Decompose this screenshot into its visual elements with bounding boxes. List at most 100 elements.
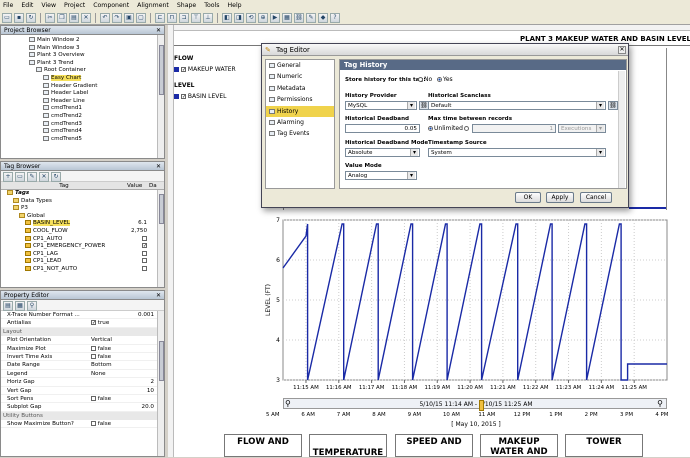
copy-icon[interactable]: ❐ — [57, 12, 67, 23]
help-icon[interactable]: ? — [330, 12, 340, 23]
nav-numeric[interactable]: Numeric — [266, 71, 334, 82]
property-row[interactable]: Subplot Gap 20.0 — [1, 403, 164, 412]
basic-props-icon[interactable]: ▤ — [3, 301, 13, 311]
menu-item-project[interactable]: Project — [64, 2, 85, 9]
property-value[interactable]: false — [91, 345, 164, 352]
project-tree-item[interactable]: Easy Chart — [1, 74, 164, 83]
delete-icon[interactable]: ✕ — [81, 12, 91, 23]
project-tree-item[interactable]: Main Window 3 — [1, 44, 164, 53]
project-tree-item[interactable]: Header Label — [1, 90, 164, 98]
nav-button-2[interactable]: TEMPERATURE — [309, 434, 387, 458]
property-value[interactable]: ✓ true — [91, 319, 164, 326]
align-bottom-icon[interactable]: ⊥ — [203, 12, 213, 23]
property-row[interactable]: Maximize Plot false — [1, 345, 164, 353]
menu-item-shape[interactable]: Shape — [177, 2, 196, 9]
property-row[interactable]: Legend None — [1, 370, 164, 379]
property-row[interactable]: Sort Pens false — [1, 395, 164, 404]
property-value[interactable]: false — [91, 420, 164, 427]
nav-metadata[interactable]: Metadata — [266, 83, 334, 94]
tag-tree-item[interactable]: CP1_LAG — [1, 250, 164, 259]
apply-button[interactable]: Apply — [546, 192, 574, 203]
menu-item-alignment[interactable]: Alignment — [137, 2, 169, 9]
property-category[interactable]: Utility Buttons — [1, 411, 164, 421]
tag-tree-item[interactable]: CP1_EMERGENCY_POWER ✓ — [1, 243, 164, 251]
nav-button-5[interactable]: TOWER — [565, 434, 643, 457]
ungroup-icon[interactable]: ▢ — [136, 12, 146, 23]
max-time-radio[interactable] — [464, 125, 470, 132]
cancel-button[interactable]: Cancel — [580, 192, 612, 203]
property-row[interactable]: Invert Time Axis false — [1, 353, 164, 362]
project-tree-item[interactable]: cmdTrend3 — [1, 120, 164, 129]
nav-history[interactable]: History — [266, 105, 334, 117]
binding-icon[interactable]: ⛓ — [294, 12, 304, 23]
radio-no-icon[interactable] — [418, 77, 423, 82]
property-row[interactable]: Horiz Gap 2 — [1, 378, 164, 387]
property-checkbox[interactable] — [91, 421, 96, 427]
scroll-thumb[interactable] — [159, 341, 164, 381]
panel-close-icon[interactable]: ✕ — [156, 291, 161, 299]
col-value[interactable]: Value — [127, 182, 149, 189]
nav-permissions[interactable]: Permissions — [266, 94, 334, 105]
menu-item-file[interactable]: File — [3, 2, 13, 9]
project-tree-item[interactable]: Header Line — [1, 97, 164, 106]
panel-close-icon[interactable]: ✕ — [156, 26, 161, 34]
project-tree-item[interactable]: cmdTrend2 — [1, 112, 164, 121]
tag-tree-item[interactable]: Data Types — [1, 197, 164, 206]
dialog-titlebar[interactable]: ✎ Tag Editor ✕ — [262, 44, 628, 56]
nav-tag-events[interactable]: Tag Events — [266, 128, 334, 139]
tag-tree-item[interactable]: COOL_FLOW 2,750 — [1, 227, 164, 236]
col-data[interactable]: Da — [149, 182, 157, 189]
value-mode-select[interactable]: Analog — [345, 171, 417, 180]
align-left-icon[interactable]: ⊏ — [155, 12, 165, 23]
property-value[interactable]: false — [91, 353, 164, 360]
history-provider-select[interactable]: MySQL — [345, 101, 417, 110]
tag-tree-item[interactable]: Global — [1, 212, 164, 221]
project-tree-item[interactable]: Plant 3 Overview — [1, 52, 164, 60]
menu-item-view[interactable]: View — [41, 2, 56, 9]
tag-tree-item[interactable]: CP1_LEAD — [1, 258, 164, 266]
tag-tree-item[interactable]: CP1_AUTO — [1, 235, 164, 244]
redo-icon[interactable]: ↷ — [112, 12, 122, 23]
tag-icon[interactable]: ◆ — [318, 12, 328, 23]
store-history-no[interactable]: No — [418, 76, 432, 83]
range-handle[interactable] — [479, 400, 484, 411]
property-value[interactable]: false — [91, 395, 164, 402]
property-value[interactable]: None — [91, 370, 164, 377]
refresh-tags-icon[interactable]: ↻ — [51, 172, 61, 182]
property-value[interactable]: 10 — [91, 387, 164, 394]
nav-button-1[interactable]: FLOW AND — [224, 434, 302, 457]
panel-close-icon[interactable]: ✕ — [156, 162, 161, 170]
property-row[interactable]: Vert Gap 10 — [1, 387, 164, 395]
zoom-icon[interactable]: ⊕ — [258, 12, 268, 23]
menu-item-component[interactable]: Component — [93, 2, 129, 9]
align-right-icon[interactable]: ⊐ — [179, 12, 189, 23]
menu-item-tools[interactable]: Tools — [204, 2, 219, 9]
cut-icon[interactable]: ✂ — [45, 12, 55, 23]
nav-general[interactable]: General — [266, 60, 334, 71]
scroll-thumb[interactable] — [159, 194, 164, 224]
preview-icon[interactable]: ▶ — [270, 12, 280, 23]
scanclass-select[interactable]: Default — [428, 101, 606, 110]
tag-tree-item[interactable]: P3 — [1, 205, 164, 213]
undo-icon[interactable]: ↶ — [100, 12, 110, 23]
align-top-icon[interactable]: ⊤ — [191, 12, 201, 23]
level-chart[interactable]: 3 4 5 6 7 11:15 AM 11:16 AM 11:17 AM 11:18 AM 11:… — [262, 214, 682, 392]
project-tree-item[interactable]: cmdTrend5 — [1, 135, 164, 144]
ok-button[interactable]: OK — [515, 192, 541, 203]
property-row[interactable]: Show Maximize Button? false — [1, 420, 164, 429]
project-tree-item[interactable]: Main Window 2 — [1, 37, 164, 45]
folder-icon[interactable]: ▭ — [15, 172, 25, 182]
deadband-mode-select[interactable]: Absolute — [345, 148, 420, 157]
tag-tree-item[interactable]: Tags — [1, 190, 164, 198]
store-history-yes[interactable]: Yes — [437, 76, 453, 83]
tag-scrollbar[interactable] — [157, 190, 164, 287]
property-row[interactable]: Date Range Bottom — [1, 361, 164, 370]
tag-tree-item[interactable]: BASIN_LEVEL 6.1 — [1, 220, 164, 228]
new-tag-icon[interactable]: + — [3, 172, 13, 182]
delete-tag-icon[interactable]: ✕ — [39, 172, 49, 182]
paste-icon[interactable]: ▤ — [69, 12, 79, 23]
pen-checkbox[interactable]: ✓ — [181, 67, 186, 73]
open-icon[interactable]: ▭ — [2, 12, 12, 23]
rotate-icon[interactable]: ⟲ — [246, 12, 256, 23]
property-value[interactable]: 0.001 — [91, 311, 164, 318]
